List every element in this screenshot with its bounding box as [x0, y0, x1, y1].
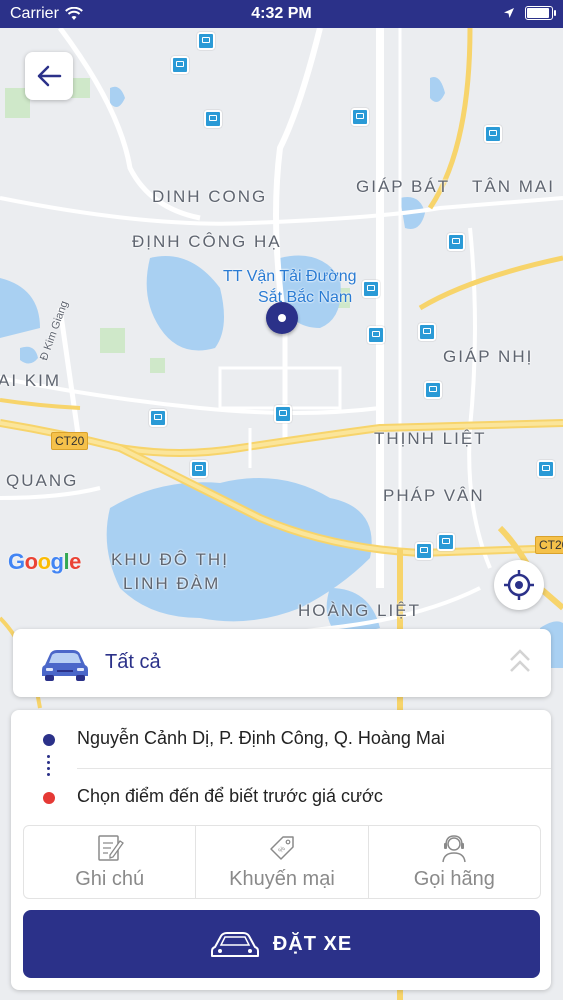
bus-stop-icon [204, 110, 222, 128]
location-arrow-icon [504, 8, 514, 18]
road-badge-ct20: CT20 [51, 432, 89, 450]
battery-icon [525, 6, 556, 20]
bus-stop-icon [367, 326, 385, 344]
map-label-linh-dam: LINH ĐÀM [123, 574, 221, 593]
bus-stop-icon [362, 280, 380, 298]
car-type-selector[interactable]: Tất cả [13, 629, 551, 697]
arrow-left-icon [37, 65, 62, 87]
booking-panel: Nguyễn Cảnh Dị, P. Định Công, Q. Hoàng M… [11, 710, 551, 990]
note-button[interactable]: Ghi chú [24, 826, 197, 898]
bus-stop-icon [415, 542, 433, 560]
status-time: 4:32 PM [251, 5, 312, 22]
destination-row[interactable]: Chọn điểm đến để biết trước giá cước [11, 769, 551, 825]
bus-stop-icon [190, 460, 208, 478]
map-label-dinh-cong: DINH CONG [152, 187, 268, 206]
bus-stop-icon [197, 32, 215, 50]
my-location-button[interactable] [494, 560, 544, 610]
bus-stop-icon [171, 56, 189, 74]
bus-stop-icon [351, 108, 369, 126]
call-company-label: Gọi hãng [413, 868, 495, 890]
car-icon [42, 650, 88, 681]
car-type-label: Tất cả [105, 651, 161, 673]
headset-icon [442, 835, 467, 863]
action-bar: Ghi chú % Khuyến mại Gọi hãng [23, 825, 541, 899]
promo-button[interactable]: % Khuyến mại [196, 826, 369, 898]
svg-text:%: % [277, 845, 286, 854]
pickup-row[interactable]: Nguyễn Cảnh Dị, P. Định Công, Q. Hoàng M… [11, 711, 551, 769]
pickup-address: Nguyễn Cảnh Dị, P. Định Công, Q. Hoàng M… [77, 728, 445, 748]
pickup-dot-icon [43, 734, 55, 746]
bus-stop-icon [424, 381, 442, 399]
bus-stop-icon [149, 409, 167, 427]
map-label-giap-bat: GIÁP BÁT [356, 177, 451, 196]
bus-stop-icon [418, 323, 436, 341]
map-label-thinh-liet: THỊNH LIỆT [374, 429, 487, 448]
note-icon [97, 835, 124, 861]
map-poi-line1: TT Vận Tải Đường [223, 268, 357, 285]
bus-stop-icon [437, 533, 455, 551]
car-outline-icon [210, 932, 259, 957]
promo-tag-icon: % [270, 836, 294, 860]
destination-dot-icon [43, 792, 55, 804]
map-label-phap-van: PHÁP VÂN [383, 486, 485, 505]
map-label-khu-do-thi: KHU ĐÔ THỊ [111, 550, 229, 569]
chevron-double-up-icon[interactable] [509, 647, 531, 677]
pickup-marker [266, 302, 298, 334]
road-badge-ct20: CT20 [535, 536, 563, 554]
bus-stop-icon [537, 460, 555, 478]
back-button[interactable] [25, 52, 73, 100]
map-label-tan-mai: TÂN MAI [472, 177, 555, 196]
map-label-dinh-cong-ha: ĐỊNH CÔNG HẠ [132, 232, 282, 251]
bus-stop-icon [447, 233, 465, 251]
promo-label: Khuyến mại [229, 868, 335, 890]
google-logo: Google [8, 549, 81, 574]
map-label-giap-nhi: GIÁP NHỊ [443, 347, 534, 366]
status-right [503, 6, 556, 20]
map-label-quang: QUANG [6, 471, 79, 490]
book-ride-label: ĐẶT XE [272, 932, 353, 955]
bus-stop-icon [274, 405, 292, 423]
bus-stop-icon [484, 125, 502, 143]
note-label: Ghi chú [75, 868, 145, 890]
book-ride-button[interactable]: ĐẶT XE [23, 910, 540, 978]
call-company-button[interactable]: Gọi hãng [369, 826, 540, 898]
map-label-ai-kim: AI KIM [0, 371, 62, 390]
destination-placeholder: Chọn điểm đến để biết trước giá cước [77, 786, 383, 806]
map-label-hoang-liet: HOÀNG LIỆT [298, 601, 421, 620]
crosshair-icon [504, 570, 534, 600]
status-bar: Carrier 4:32 PM [0, 0, 563, 28]
